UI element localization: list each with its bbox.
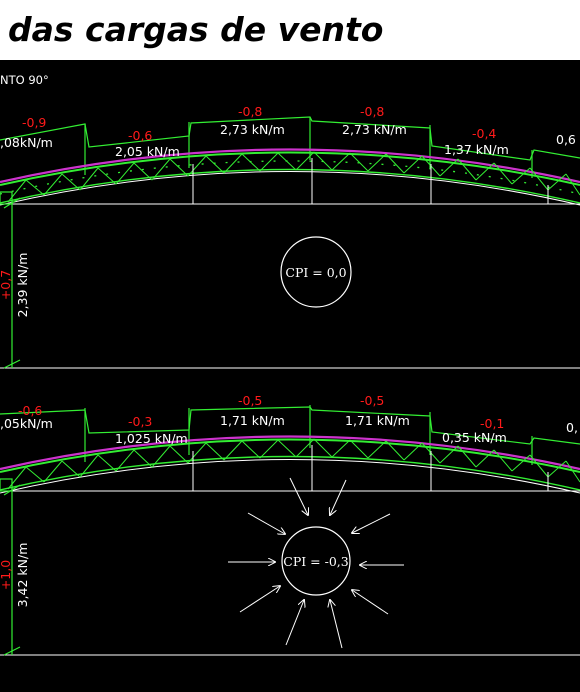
segment-load-1-5: 1,37 kN/m <box>444 142 509 157</box>
columns-2 <box>0 445 580 656</box>
segment-load-1-3: 2,73 kN/m <box>220 122 285 137</box>
segment-coef-2-4: -0,5 <box>360 393 384 408</box>
segment-coef-2-2: -0,3 <box>128 414 152 429</box>
wall-load-label-1: 2,39 kN/m <box>15 253 30 318</box>
columns-1 <box>0 158 580 369</box>
segment-load-1-2: 2,05 kN/m <box>115 144 180 159</box>
wall-coefficient-2: +1,0 <box>0 560 13 590</box>
segment-coef-1-2: -0,6 <box>128 128 152 143</box>
segment-load-2-4: 1,71 kN/m <box>345 413 410 428</box>
segment-load-2-6: 0, <box>566 420 578 435</box>
segment-load-2-1: ,05kN/m <box>0 416 53 431</box>
segment-load-1-4: 2,73 kN/m <box>342 122 407 137</box>
segment-load-2-2: 1,025 kN/m <box>115 431 188 446</box>
panel-cpi-neg: +1,0 3,42 kN/m -0,6 ,05kN/m -0,3 1,025 k… <box>0 393 580 656</box>
truss-1 <box>0 148 580 206</box>
wall-load-label-2: 3,42 kN/m <box>15 543 30 608</box>
truss-web-1 <box>7 151 580 203</box>
segment-load-2-3: 1,71 kN/m <box>220 413 285 428</box>
segment-coef-1-1: -0,9 <box>22 115 46 130</box>
segment-coef-1-3: -0,8 <box>238 104 262 119</box>
segment-coef-2-5: -0,1 <box>480 416 504 431</box>
segment-load-1-6: 0,6 <box>556 132 576 147</box>
wall-coefficient-1: +0,7 <box>0 270 13 300</box>
wind-load-drawing: NTO 90° +0,7 2,39 kN/m -0,9 ,08kN/m -0,6… <box>0 73 580 656</box>
cpi-label-2: CPI = -0,3 <box>283 554 348 569</box>
segment-load-1-1: ,08kN/m <box>0 135 53 150</box>
wind-case-label: NTO 90° <box>0 73 49 87</box>
panel-cpi-0: +0,7 2,39 kN/m -0,9 ,08kN/m -0,6 2,05 kN… <box>0 104 580 369</box>
cpi-label-1: CPI = 0,0 <box>285 265 346 280</box>
segment-load-2-5: 0,35 kN/m <box>442 430 507 445</box>
segment-coef-2-3: -0,5 <box>238 393 262 408</box>
segment-coef-1-4: -0,8 <box>360 104 384 119</box>
segment-coef-1-5: -0,4 <box>472 126 496 141</box>
truss-web-2 <box>7 438 580 490</box>
